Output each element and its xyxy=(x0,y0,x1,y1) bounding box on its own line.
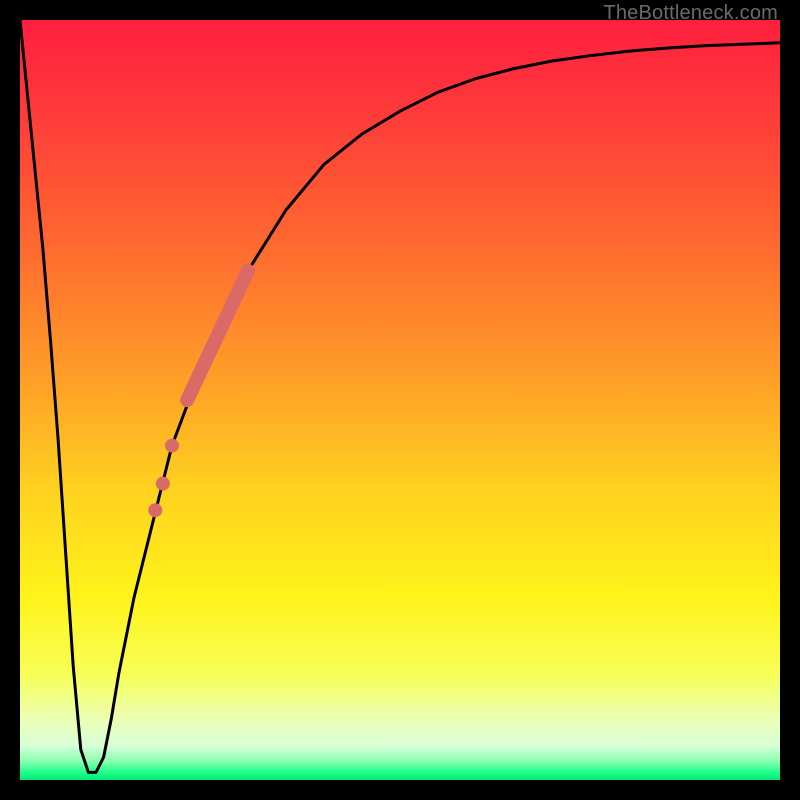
highlighted-dot xyxy=(148,503,162,517)
highlighted-dot xyxy=(165,439,179,453)
chart-container: TheBottleneck.com xyxy=(0,0,800,800)
highlighted-dot xyxy=(156,477,170,491)
highlighted-dots xyxy=(148,439,179,518)
bottleneck-curve xyxy=(20,20,780,772)
curve-layer xyxy=(20,20,780,780)
plot-area xyxy=(20,20,780,780)
highlighted-segment xyxy=(187,271,248,400)
